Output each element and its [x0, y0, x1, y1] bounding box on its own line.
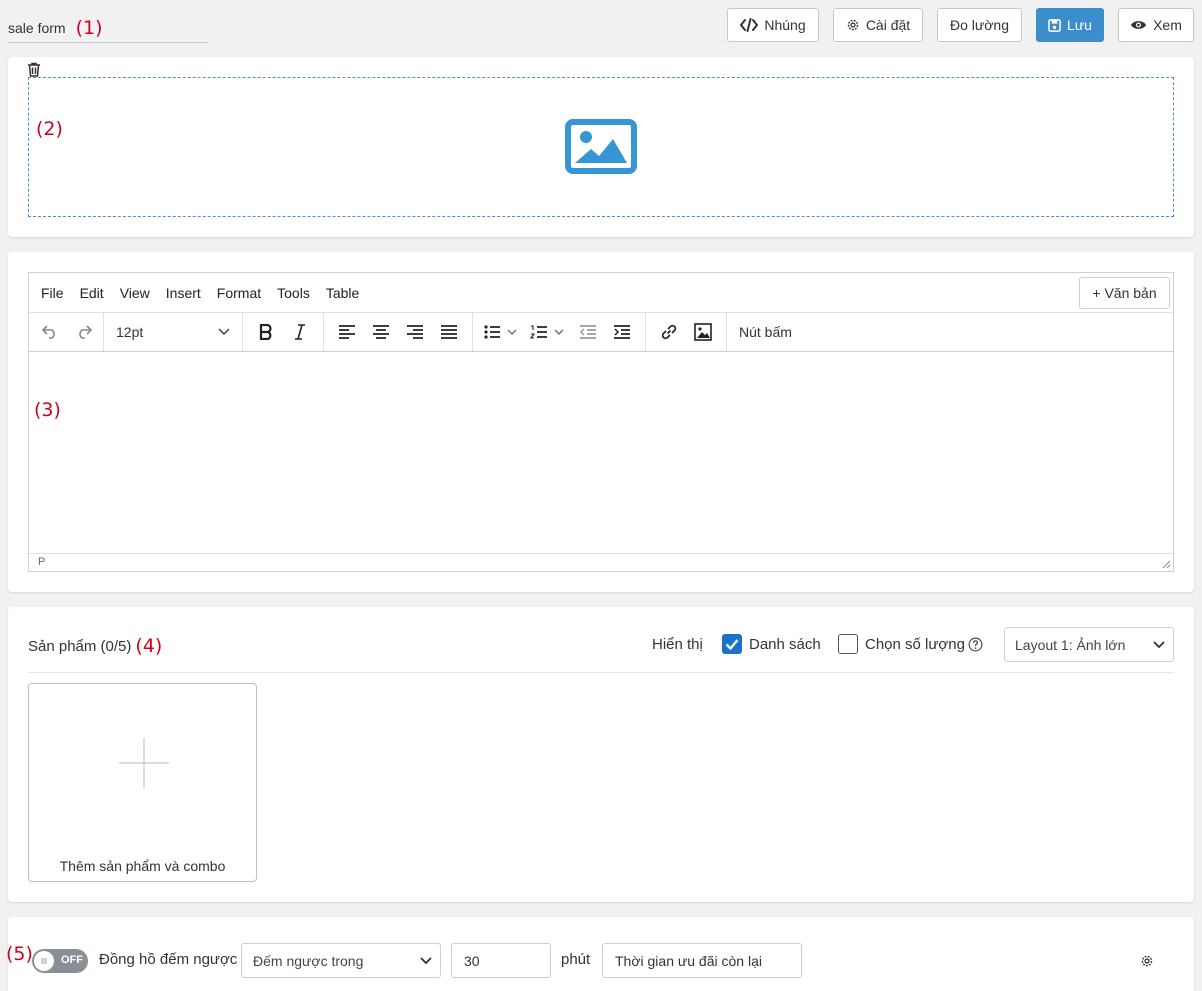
menu-format[interactable]: Format	[217, 285, 261, 301]
numbered-list-icon[interactable]	[525, 317, 571, 347]
image-placeholder-icon[interactable]	[565, 119, 637, 177]
layout-select[interactable]: Layout 1: Ảnh lớn	[1004, 627, 1174, 662]
settings-button-label: Cài đặt	[865, 17, 911, 33]
menu-edit[interactable]: Edit	[80, 285, 104, 301]
countdown-unit-label: phút	[561, 951, 591, 968]
element-path[interactable]: P	[38, 556, 45, 568]
form-name-field[interactable]: sale form (1)	[8, 14, 208, 43]
measure-button-label: Đo lường	[949, 17, 1010, 33]
quantity-checkbox[interactable]	[838, 634, 858, 654]
font-size-select[interactable]: 12pt	[110, 324, 236, 340]
italic-icon[interactable]	[283, 317, 317, 347]
save-button[interactable]: Lưu	[1036, 8, 1104, 42]
menu-table[interactable]: Table	[326, 285, 359, 301]
marker-4: (4)	[135, 635, 163, 657]
list-checkbox-label: Danh sách	[749, 635, 821, 653]
settings-button[interactable]: Cài đặt	[833, 8, 923, 42]
products-header: Sản phẩm (0/5) (4)	[28, 635, 162, 657]
grip-icon	[41, 958, 47, 964]
link-icon[interactable]	[652, 317, 686, 347]
editor-toolbar: 12pt Nút bấm	[29, 313, 1173, 352]
embed-button-label: Nhúng	[764, 17, 806, 33]
add-product-card[interactable]: Thêm sản phẩm và combo	[28, 683, 257, 882]
menu-file[interactable]: File	[41, 285, 64, 301]
help-icon[interactable]	[968, 637, 983, 652]
align-center-icon[interactable]	[364, 317, 398, 347]
embed-button[interactable]: Nhúng	[727, 8, 819, 42]
preview-button-label: Xem	[1153, 17, 1182, 33]
list-checkbox-row[interactable]: Danh sách	[722, 634, 821, 654]
countdown-mode-select[interactable]: Đếm ngược trong	[241, 943, 441, 978]
rich-text-editor: File Edit View Insert Format Tools Table…	[28, 272, 1174, 572]
align-right-icon[interactable]	[398, 317, 432, 347]
marker-3: (3)	[34, 399, 61, 421]
toggle-knob	[34, 951, 54, 971]
marker-5: (5)	[6, 943, 33, 965]
insert-button-tool[interactable]: Nút bấm	[739, 324, 792, 340]
bullet-list-icon[interactable]	[479, 317, 525, 347]
redo-icon[interactable]	[67, 317, 101, 347]
menu-view[interactable]: View	[120, 285, 150, 301]
resize-handle-icon[interactable]	[1161, 559, 1171, 569]
countdown-duration-input[interactable]	[451, 943, 551, 978]
add-product-label: Thêm sản phẩm và combo	[59, 858, 226, 874]
countdown-label: Đồng hồ đếm ngược	[99, 951, 238, 968]
list-checkbox[interactable]	[722, 634, 742, 654]
floppy-icon	[1048, 18, 1061, 32]
indent-icon[interactable]	[605, 317, 639, 347]
insert-image-icon[interactable]	[686, 317, 720, 347]
chevron-down-icon	[1153, 640, 1165, 648]
marker-1: (1)	[75, 17, 103, 39]
marker-2: (2)	[36, 118, 63, 140]
menu-tools[interactable]: Tools	[277, 285, 310, 301]
save-button-label: Lưu	[1067, 17, 1092, 33]
display-label: Hiển thị	[652, 636, 703, 653]
gear-icon	[847, 19, 859, 31]
quantity-checkbox-label: Chọn số lượng	[865, 635, 965, 653]
preview-button[interactable]: Xem	[1118, 8, 1194, 42]
countdown-toggle[interactable]: OFF	[32, 949, 88, 973]
editor-statusbar: P	[29, 553, 1173, 571]
code-icon	[740, 18, 759, 32]
countdown-mode-value: Đếm ngược trong	[253, 952, 364, 969]
bold-icon[interactable]	[249, 317, 283, 347]
add-text-button[interactable]: + Văn bản	[1079, 277, 1170, 309]
undo-icon[interactable]	[33, 317, 67, 347]
products-title: Sản phẩm (0/5)	[28, 637, 132, 655]
quantity-checkbox-row[interactable]: Chọn số lượng	[838, 634, 983, 654]
countdown-message-input[interactable]	[602, 943, 802, 978]
toggle-state-label: OFF	[61, 954, 83, 966]
gear-icon[interactable]	[1140, 954, 1154, 968]
eye-icon	[1131, 21, 1147, 29]
chevron-down-icon	[218, 328, 230, 336]
font-size-value: 12pt	[116, 324, 144, 340]
chevron-down-icon	[420, 956, 432, 964]
plus-icon	[119, 738, 169, 788]
outdent-icon[interactable]	[571, 317, 605, 347]
products-divider	[28, 672, 1174, 673]
form-name-value[interactable]: sale form	[8, 20, 66, 36]
align-left-icon[interactable]	[330, 317, 364, 347]
check-icon	[725, 639, 739, 651]
layout-select-value: Layout 1: Ảnh lớn	[1015, 636, 1126, 653]
editor-content-area[interactable]	[29, 352, 1173, 552]
menu-insert[interactable]: Insert	[166, 285, 201, 301]
editor-menubar: File Edit View Insert Format Tools Table…	[29, 273, 1173, 313]
align-justify-icon[interactable]	[432, 317, 466, 347]
measure-button[interactable]: Đo lường	[937, 8, 1022, 42]
